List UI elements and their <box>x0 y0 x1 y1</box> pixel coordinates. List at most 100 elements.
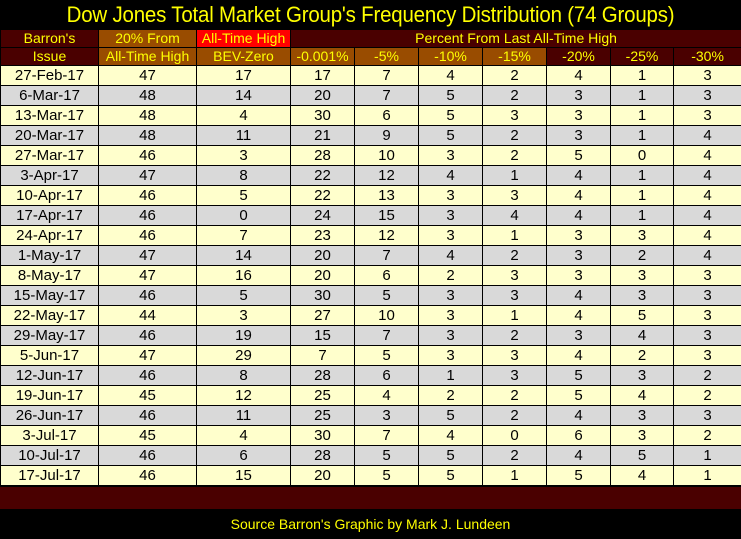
count-cell: 3 <box>672 105 741 126</box>
count-cell: 5 <box>546 145 611 166</box>
count-cell: 5 <box>546 385 611 406</box>
count-cell: 46 <box>98 225 197 246</box>
header-20pct-line2: All-Time High <box>98 47 197 66</box>
count-cell: 46 <box>98 285 197 306</box>
count-cell: 4 <box>546 205 611 226</box>
table-row: 5-Jun-17 47 29 7 5 3 3 4 2 3 <box>0 345 741 366</box>
count-cell: 21 <box>290 125 355 146</box>
header-row-2: Issue All-Time High BEV-Zero -0.001% -5%… <box>0 47 741 66</box>
count-cell: 22 <box>290 165 355 186</box>
source-credit: Source Barron's Graphic by Mark J. Lunde… <box>230 516 511 532</box>
count-cell: 4 <box>672 205 741 226</box>
count-cell: 17 <box>196 65 291 86</box>
count-cell: 2 <box>610 245 674 266</box>
count-cell: 24 <box>290 205 355 226</box>
count-cell: 1 <box>482 465 547 486</box>
count-cell: 28 <box>290 365 355 386</box>
count-cell: 3 <box>418 185 483 206</box>
count-cell: 2 <box>672 425 741 446</box>
count-cell: 11 <box>196 405 291 426</box>
count-cell: 47 <box>98 265 197 286</box>
count-cell: 3 <box>482 185 547 206</box>
issue-date-cell: 10-Apr-17 <box>0 185 99 206</box>
count-cell: 4 <box>672 165 741 186</box>
count-cell: 1 <box>610 105 674 126</box>
count-cell: 4 <box>610 465 674 486</box>
count-cell: 3 <box>672 305 741 326</box>
count-cell: 4 <box>196 105 291 126</box>
count-cell: 30 <box>290 105 355 126</box>
table-row: 20-Mar-17 48 11 21 9 5 2 3 1 4 <box>0 125 741 146</box>
issue-date-cell: 5-Jun-17 <box>0 345 99 366</box>
header-row-1: Barron's 20% From All-Time High Percent … <box>0 29 741 48</box>
table-row: 3-Apr-17 47 8 22 12 4 1 4 1 4 <box>0 165 741 186</box>
header-col: -10% <box>418 47 483 66</box>
header-col: -30% <box>672 47 741 66</box>
count-cell: 5 <box>418 125 483 146</box>
count-cell: 7 <box>354 425 419 446</box>
count-cell: 2 <box>610 345 674 366</box>
table-row: 12-Jun-17 46 8 28 6 1 3 5 3 2 <box>0 365 741 386</box>
count-cell: 20 <box>290 265 355 286</box>
issue-date-cell: 12-Jun-17 <box>0 365 99 386</box>
count-cell: 5 <box>354 445 419 466</box>
count-cell: 4 <box>196 425 291 446</box>
count-cell: 3 <box>672 405 741 426</box>
count-cell: 0 <box>196 205 291 226</box>
count-cell: 5 <box>610 445 674 466</box>
table-row: 29-May-17 46 19 15 7 3 2 3 4 3 <box>0 325 741 346</box>
chart-title: Dow Jones Total Market Group's Frequency… <box>66 2 675 27</box>
table-row: 10-Jul-17 46 6 28 5 5 2 4 5 1 <box>0 445 741 466</box>
count-cell: 3 <box>482 105 547 126</box>
count-cell: 3 <box>196 305 291 326</box>
count-cell: 2 <box>482 125 547 146</box>
count-cell: 2 <box>482 445 547 466</box>
count-cell: 4 <box>546 65 611 86</box>
count-cell: 2 <box>482 405 547 426</box>
count-cell: 4 <box>418 165 483 186</box>
count-cell: 1 <box>672 445 741 466</box>
header-col: -25% <box>610 47 674 66</box>
count-cell: 4 <box>672 245 741 266</box>
count-cell: 27 <box>290 305 355 326</box>
count-cell: 3 <box>354 405 419 426</box>
count-cell: 4 <box>546 345 611 366</box>
table-row: 13-Mar-17 48 4 30 6 5 3 3 1 3 <box>0 105 741 126</box>
count-cell: 48 <box>98 105 197 126</box>
count-cell: 16 <box>196 265 291 286</box>
count-cell: 46 <box>98 185 197 206</box>
count-cell: 12 <box>196 385 291 406</box>
count-cell: 3 <box>418 305 483 326</box>
count-cell: 14 <box>196 245 291 266</box>
issue-date-cell: 24-Apr-17 <box>0 225 99 246</box>
issue-date-cell: 3-Jul-17 <box>0 425 99 446</box>
count-cell: 20 <box>290 245 355 266</box>
table-row: 17-Jul-17 46 15 20 5 5 1 5 4 1 <box>0 465 741 486</box>
header-issue-line2: Issue <box>0 47 99 66</box>
count-cell: 19 <box>196 325 291 346</box>
count-cell: 2 <box>418 385 483 406</box>
footer-band <box>0 486 741 509</box>
count-cell: 6 <box>354 365 419 386</box>
count-cell: 7 <box>354 85 419 106</box>
count-cell: 10 <box>354 305 419 326</box>
count-cell: 3 <box>546 265 611 286</box>
count-cell: 4 <box>672 225 741 246</box>
issue-date-cell: 10-Jul-17 <box>0 445 99 466</box>
count-cell: 3 <box>672 85 741 106</box>
count-cell: 30 <box>290 285 355 306</box>
count-cell: 3 <box>672 345 741 366</box>
count-cell: 23 <box>290 225 355 246</box>
count-cell: 7 <box>354 245 419 266</box>
count-cell: 17 <box>290 65 355 86</box>
count-cell: 9 <box>354 125 419 146</box>
table-row: 27-Mar-17 46 3 28 10 3 2 5 0 4 <box>0 145 741 166</box>
count-cell: 3 <box>610 265 674 286</box>
count-cell: 2 <box>482 385 547 406</box>
count-cell: 3 <box>482 345 547 366</box>
count-cell: 5 <box>418 105 483 126</box>
header-col: -15% <box>482 47 547 66</box>
count-cell: 15 <box>290 325 355 346</box>
count-cell: 4 <box>672 145 741 166</box>
count-cell: 5 <box>354 345 419 366</box>
